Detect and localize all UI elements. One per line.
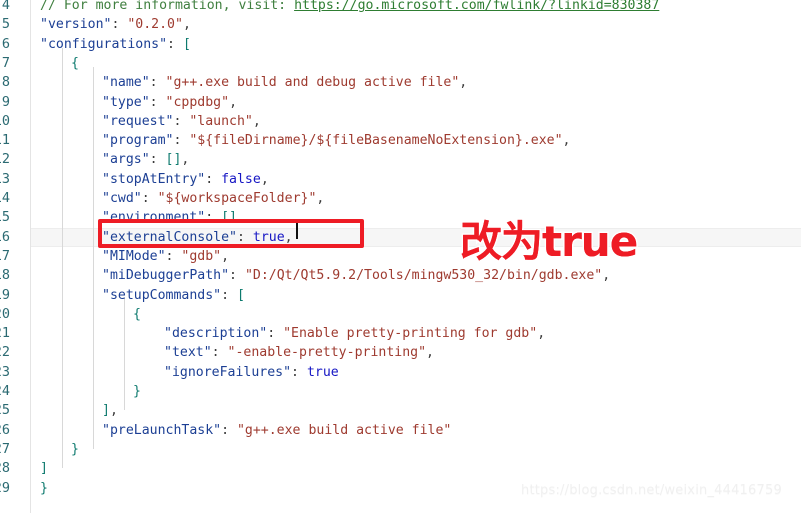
token-key: "cwd" bbox=[102, 191, 142, 206]
code-line[interactable]: } bbox=[0, 382, 801, 401]
red-highlight-box bbox=[98, 219, 364, 248]
token-comment: // For more information, visit: bbox=[40, 0, 295, 13]
token-bracket: [ bbox=[182, 36, 191, 52]
code-line[interactable]: "request": "launch", bbox=[0, 112, 801, 131]
code-line[interactable]: "text": "-enable-pretty-printing", bbox=[0, 343, 801, 362]
token-key: "preLaunchTask" bbox=[102, 422, 222, 438]
code-line[interactable]: "program": "${fileDirname}/${fileBasenam… bbox=[0, 131, 801, 150]
token-key: "version" bbox=[40, 17, 112, 33]
code-line[interactable]: "cwd": "${workspaceFolder}", bbox=[0, 189, 801, 208]
token-punct: : bbox=[165, 248, 182, 264]
token-bracket: { bbox=[133, 306, 141, 322]
token-punct: , bbox=[221, 248, 230, 264]
annotation-text: 改为true bbox=[460, 217, 638, 266]
token-string: "Enable pretty-printing for gdb" bbox=[283, 326, 538, 342]
code-line[interactable]: } bbox=[0, 440, 801, 459]
token-key: "ignoreFailures" bbox=[164, 364, 292, 380]
token-bracket: [ bbox=[236, 287, 245, 303]
code-line[interactable]: "configurations": [ bbox=[0, 35, 801, 54]
token-bracket: ] bbox=[40, 461, 48, 477]
token-string: "${fileDirname}/${fileBasenameNoExtensio… bbox=[189, 133, 563, 149]
token-punct: : bbox=[173, 113, 190, 129]
token-bracket: ] bbox=[102, 403, 110, 419]
token-key: "program" bbox=[102, 133, 174, 149]
token-string: "${workspaceFolder}" bbox=[157, 191, 317, 206]
code-line[interactable]: // For more information, visit: https://… bbox=[0, 0, 801, 15]
token-key: "stopAtEntry" bbox=[102, 171, 206, 187]
token-punct: , bbox=[459, 75, 468, 91]
token-string: "g++.exe build and debug active file" bbox=[165, 75, 460, 91]
token-key: "description" bbox=[164, 326, 268, 342]
token-bracket: { bbox=[71, 55, 79, 71]
token-punct: : bbox=[291, 364, 307, 380]
token-punct: : bbox=[221, 422, 237, 438]
token-string: "launch" bbox=[189, 113, 253, 129]
code-line[interactable]: "MIMode": "gdb", bbox=[0, 247, 801, 266]
code-line[interactable]: { bbox=[0, 54, 801, 73]
token-punct: : bbox=[229, 268, 245, 284]
token-key: "MIMode" bbox=[102, 248, 166, 264]
token-bracket: } bbox=[133, 384, 141, 399]
token-punct: , bbox=[181, 152, 190, 168]
code-line[interactable]: "name": "g++.exe build and debug active … bbox=[0, 73, 801, 92]
token-string: "0.2.0" bbox=[127, 17, 183, 33]
token-punct: : bbox=[221, 287, 237, 303]
token-bool: false bbox=[221, 171, 261, 187]
token-key: "request" bbox=[102, 113, 174, 129]
code-line[interactable]: ], bbox=[0, 401, 801, 420]
code-line[interactable]: { bbox=[0, 305, 801, 324]
token-punct: , bbox=[252, 113, 261, 129]
token-punct: , bbox=[602, 268, 611, 284]
token-punct: : bbox=[167, 36, 183, 52]
code-editor[interactable]: 4567891011121314151617181920212223242526… bbox=[0, 0, 801, 513]
token-punct: : bbox=[149, 152, 166, 168]
token-bracket: } bbox=[40, 480, 48, 496]
token-punct: : bbox=[205, 171, 222, 187]
token-key: "name" bbox=[102, 75, 150, 91]
token-key: "type" bbox=[102, 94, 150, 110]
token-punct: : bbox=[149, 94, 166, 110]
token-string: "D:/Qt/Qt5.9.2/Tools/mingw530_32/bin/gdb… bbox=[244, 268, 603, 284]
code-line[interactable]: "miDebuggerPath": "D:/Qt/Qt5.9.2/Tools/m… bbox=[0, 266, 801, 285]
token-punct: , bbox=[182, 17, 191, 33]
token-string: "-enable-pretty-printing" bbox=[227, 345, 427, 361]
code-line[interactable]: ] bbox=[0, 459, 801, 478]
token-punct: , bbox=[109, 403, 118, 419]
token-punct: : bbox=[149, 75, 166, 91]
token-punct: : bbox=[211, 345, 228, 361]
token-punct: : bbox=[111, 17, 128, 33]
token-punct: : bbox=[173, 133, 190, 149]
token-string: "cppdbg" bbox=[165, 94, 230, 110]
token-string: "g++.exe build active file" bbox=[236, 422, 452, 438]
token-punct: , bbox=[260, 171, 269, 187]
code-line[interactable]: "setupCommands": [ bbox=[0, 286, 801, 305]
code-line[interactable]: "ignoreFailures": true bbox=[0, 363, 801, 382]
token-link: https://go.microsoft.com/fwlink/?linkid=… bbox=[294, 0, 660, 13]
token-bracket: [] bbox=[165, 152, 182, 168]
token-string: "gdb" bbox=[181, 248, 222, 264]
token-key: "setupCommands" bbox=[102, 287, 222, 303]
token-bool: true bbox=[306, 364, 339, 380]
watermark: https://blog.csdn.net/weixin_44416759 bbox=[521, 483, 782, 498]
token-key: "miDebuggerPath" bbox=[102, 268, 230, 284]
token-punct: : bbox=[267, 326, 284, 342]
token-key: "text" bbox=[164, 345, 212, 361]
token-punct: , bbox=[562, 133, 571, 149]
token-punct: , bbox=[426, 345, 434, 361]
token-key: "args" bbox=[102, 152, 150, 168]
code-line[interactable]: "description": "Enable pretty-printing f… bbox=[0, 324, 801, 343]
code-line[interactable]: "stopAtEntry": false, bbox=[0, 170, 801, 189]
token-punct: , bbox=[316, 191, 325, 206]
token-key: "configurations" bbox=[40, 36, 168, 52]
code-line[interactable]: "args": [], bbox=[0, 150, 801, 169]
code-line[interactable]: "type": "cppdbg", bbox=[0, 93, 801, 112]
token-punct: , bbox=[229, 94, 238, 110]
token-punct: , bbox=[537, 326, 546, 342]
code-line[interactable]: "version": "0.2.0", bbox=[0, 15, 801, 34]
token-bracket: } bbox=[71, 441, 79, 457]
token-punct: : bbox=[141, 191, 158, 206]
code-line[interactable]: "preLaunchTask": "g++.exe build active f… bbox=[0, 421, 801, 440]
